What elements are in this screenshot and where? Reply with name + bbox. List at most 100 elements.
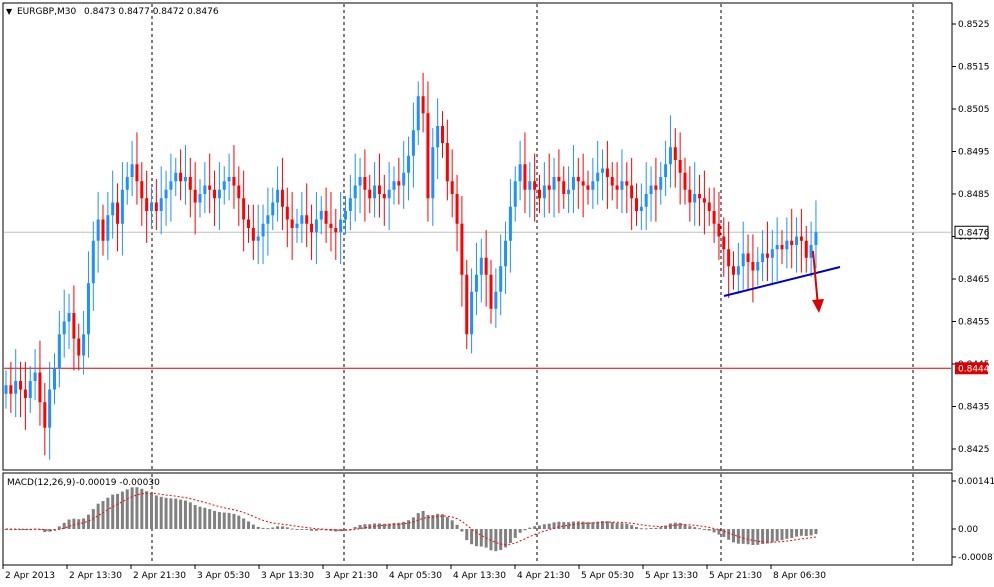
candle-body: [208, 185, 212, 190]
candle-body: [557, 177, 561, 182]
macd-bar: [567, 522, 571, 529]
candle-body: [504, 240, 508, 267]
macd-bar: [145, 491, 149, 529]
candle-body: [450, 181, 454, 194]
macd-bar: [227, 512, 231, 529]
macd-bar: [746, 529, 750, 545]
candle-body: [732, 266, 735, 275]
macd-bar: [159, 496, 163, 529]
macd-bar: [630, 525, 634, 529]
candle-body: [649, 185, 653, 194]
price-tick-label: 0.8435: [958, 403, 990, 413]
macd-tick-label: -0.00087: [958, 553, 994, 563]
candle-body: [707, 202, 711, 211]
symbol-dropdown-icon[interactable]: ▼: [6, 7, 13, 16]
candle-body: [9, 385, 13, 394]
candle-body: [513, 181, 517, 207]
macd-bar: [756, 529, 760, 545]
macd-bar: [625, 523, 629, 529]
macd-bar: [120, 491, 124, 529]
macd-bar: [513, 529, 517, 538]
candle-body: [664, 164, 668, 177]
candle-body: [213, 189, 217, 199]
macd-bar: [775, 529, 779, 542]
candle-body: [416, 96, 420, 131]
candle-body: [358, 177, 362, 186]
macd-bar: [387, 523, 391, 529]
time-tick-label: 2 Apr 2013: [5, 571, 55, 581]
candle-body: [518, 164, 522, 182]
time-tick-label: 4 Apr 05:30: [389, 571, 442, 581]
candle-body: [222, 181, 226, 190]
candle-body: [271, 202, 275, 216]
candle-body: [237, 185, 241, 199]
macd-bar: [494, 529, 498, 552]
macd-bar: [751, 529, 755, 545]
candle-body: [159, 198, 163, 211]
macd-bar: [741, 529, 745, 544]
macd-bar: [125, 489, 129, 529]
macd-bar: [247, 521, 250, 529]
macd-bar: [460, 529, 464, 532]
candle-body: [198, 194, 202, 203]
macd-bar: [174, 498, 178, 529]
macd-bar: [310, 529, 314, 531]
candle-body: [474, 274, 478, 292]
macd-bar: [290, 528, 294, 530]
candle-body: [538, 189, 541, 199]
macd-tick-label: 0.00: [958, 525, 978, 535]
macd-bar: [353, 527, 357, 529]
macd-bar: [213, 510, 217, 529]
candle-body: [227, 177, 231, 182]
candle-body: [722, 236, 726, 250]
candle-body: [242, 198, 246, 220]
macd-bar: [693, 527, 697, 529]
candle-body: [746, 253, 750, 262]
candle-body: [562, 181, 566, 194]
chart-canvas[interactable]: 0.85250.85150.85050.84950.84850.84750.84…: [0, 0, 994, 583]
candle-body: [4, 385, 8, 394]
candle-body: [397, 181, 401, 186]
macd-bar: [814, 529, 818, 535]
macd-bar: [416, 513, 420, 529]
macd-title: MACD(12,26,9): [7, 478, 75, 488]
macd-bar: [256, 526, 260, 529]
candle-body: [116, 202, 120, 224]
candle-body: [785, 240, 789, 250]
time-tick-label: 3 Apr 21:30: [325, 571, 378, 581]
macd-bar: [164, 497, 168, 529]
time-tick-label: 3 Apr 05:30: [197, 571, 250, 581]
macd-bar: [528, 527, 532, 529]
macd-bar: [154, 495, 158, 529]
macd-bar: [237, 515, 241, 529]
macd-bar: [542, 524, 546, 529]
current-price-label: 0.8476: [958, 228, 990, 238]
candle-body: [765, 253, 769, 258]
candle-body: [106, 215, 110, 241]
macd-bar: [271, 527, 275, 529]
macd-bar: [538, 525, 541, 529]
candle-body: [111, 202, 115, 216]
candle-body: [150, 202, 153, 211]
price-panel[interactable]: [2, 2, 953, 471]
macd-bar: [518, 529, 522, 533]
candle-body: [547, 185, 551, 190]
macd-bar: [130, 487, 134, 529]
macd-bar: [508, 529, 512, 544]
candle-body: [188, 177, 192, 190]
candle-body: [193, 189, 197, 203]
candle-body: [698, 194, 702, 199]
macd-bar: [285, 527, 289, 529]
macd-bar: [770, 529, 774, 543]
macd-bar: [722, 529, 726, 537]
macd-bar: [557, 521, 561, 529]
macd-bar: [382, 523, 386, 529]
candle-body: [693, 194, 697, 203]
candle-body: [654, 185, 658, 190]
chart-window[interactable]: 0.85250.85150.85050.84950.84850.84750.84…: [0, 0, 994, 583]
macd-bar: [392, 522, 396, 529]
macd-bar: [499, 529, 503, 551]
candle-body: [86, 283, 90, 335]
candle-body: [567, 189, 571, 194]
candle-body: [688, 189, 692, 203]
